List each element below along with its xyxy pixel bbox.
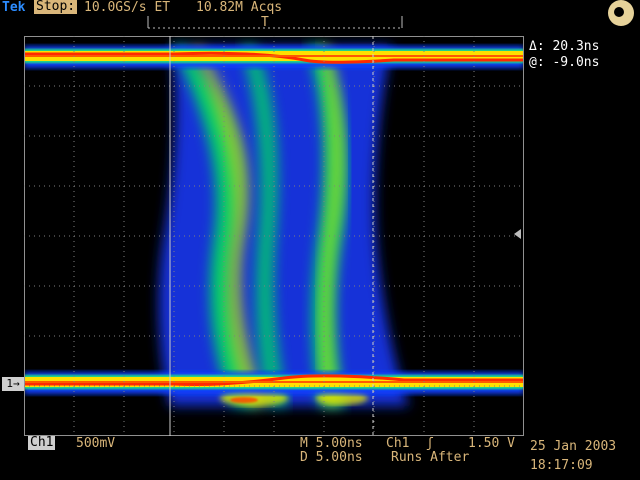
sample-rate-readout: 10.0GS/s ET bbox=[84, 0, 171, 15]
acquisition-count-readout: 10.82M Acqs bbox=[196, 0, 283, 15]
trigger-status-icon bbox=[608, 0, 634, 26]
record-view-bar: T bbox=[147, 15, 403, 30]
date-readout: 25 Jan 2003 bbox=[530, 439, 617, 454]
trigger-mode: Runs After bbox=[391, 450, 470, 465]
run-state-badge: Stop: bbox=[34, 0, 78, 14]
trigger-slope-icon: ʃ bbox=[426, 436, 434, 451]
trigger-level-arrow-icon[interactable] bbox=[514, 229, 521, 239]
trace-low-level bbox=[24, 372, 524, 394]
oscilloscope-screen: Tek Stop: 10.0GS/s ET 10.82M Acqs T Δ: 2… bbox=[0, 0, 640, 480]
trigger-source: Ch1 bbox=[386, 436, 410, 451]
channel-1-scale: 500mV bbox=[76, 436, 116, 451]
cursor-delta-readout: Δ: 20.3ns bbox=[529, 39, 600, 54]
time-readout: 18:17:09 bbox=[530, 458, 593, 473]
channel-1-ground-marker[interactable]: 1→ bbox=[2, 377, 24, 391]
trigger-position-label: T bbox=[261, 15, 269, 30]
eye-diagram bbox=[158, 46, 409, 406]
cursor-position-readout: @: -9.0ns bbox=[529, 55, 600, 70]
trigger-level: 1.50 V bbox=[468, 436, 515, 451]
channel-1-label: Ch1 bbox=[28, 435, 56, 450]
main-timebase: M 5.00ns bbox=[300, 436, 363, 451]
waveform-display bbox=[24, 36, 524, 436]
brand-logo: Tek bbox=[2, 0, 26, 15]
delay-timebase: D 5.00ns bbox=[300, 450, 363, 465]
